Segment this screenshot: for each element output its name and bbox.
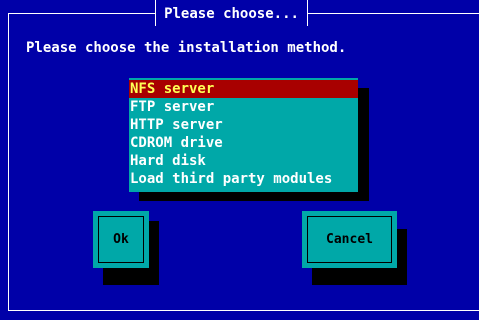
list-item-nfs-server[interactable]: NFS server bbox=[129, 80, 358, 98]
list-item-cdrom-drive[interactable]: CDROM drive bbox=[129, 134, 358, 152]
ok-button-label: Ok bbox=[98, 216, 144, 263]
list-item-hard-disk[interactable]: Hard disk bbox=[129, 152, 358, 170]
install-method-list[interactable]: NFS server FTP server HTTP server CDROM … bbox=[129, 78, 358, 192]
cancel-button[interactable]: Cancel bbox=[302, 211, 397, 268]
install-method-dialog: Please choose... Please choose the insta… bbox=[0, 0, 479, 320]
dialog-title: Please choose... bbox=[155, 0, 308, 26]
cancel-button-label: Cancel bbox=[307, 216, 392, 263]
list-item-load-third-party-modules[interactable]: Load third party modules bbox=[129, 170, 358, 188]
list-item-http-server[interactable]: HTTP server bbox=[129, 116, 358, 134]
list-item-ftp-server[interactable]: FTP server bbox=[129, 98, 358, 116]
ok-button[interactable]: Ok bbox=[93, 211, 149, 268]
dialog-prompt: Please choose the installation method. bbox=[26, 40, 347, 56]
